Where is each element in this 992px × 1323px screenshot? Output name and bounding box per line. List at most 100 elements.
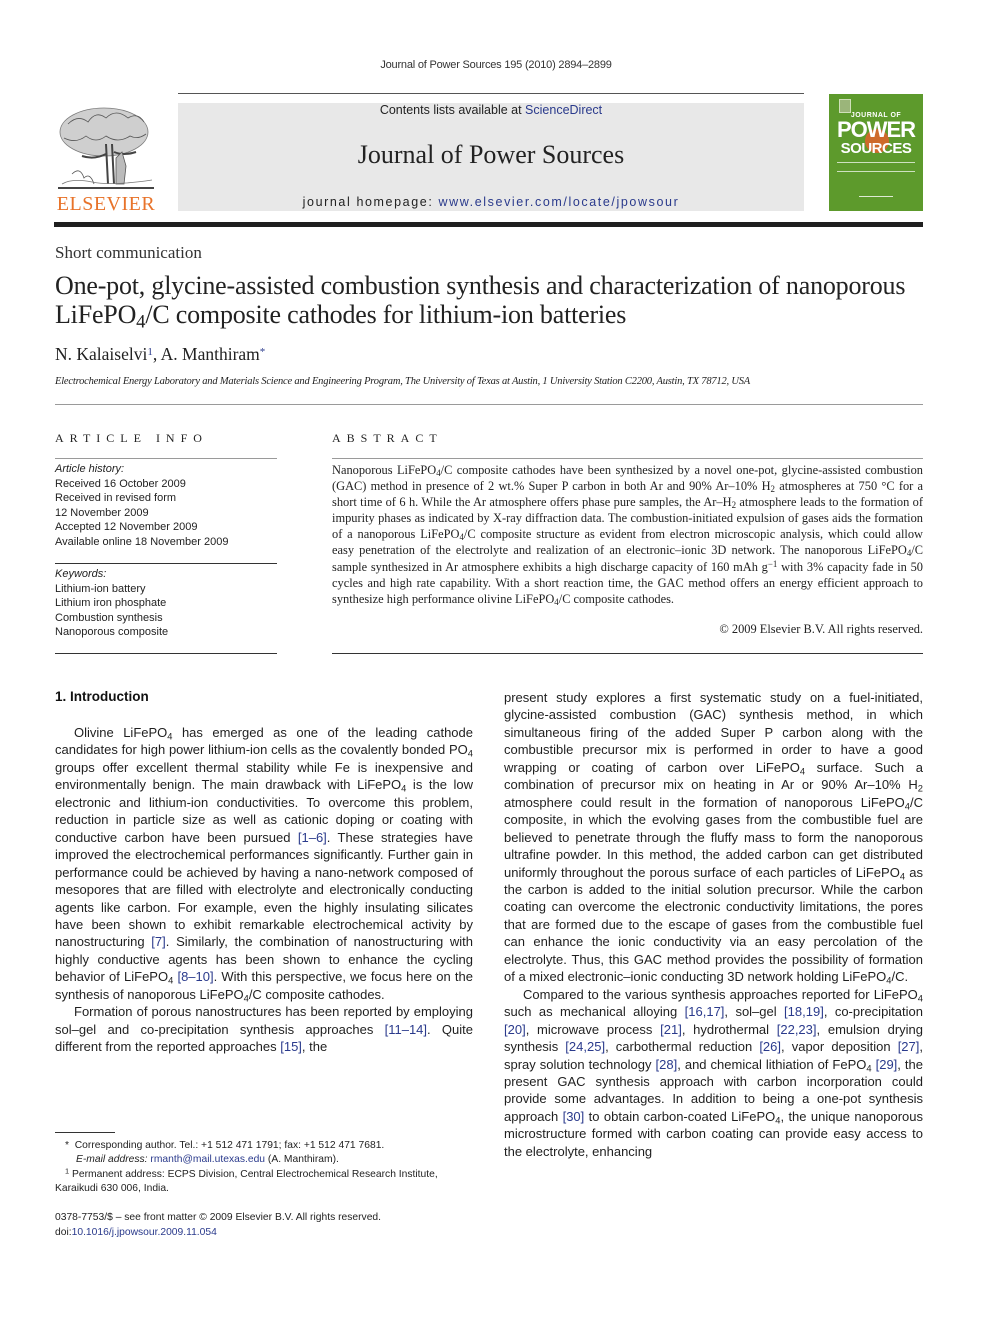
keyword: Nanoporous composite <box>55 626 169 638</box>
article-info-heading: ARTICLE INFO <box>55 431 208 445</box>
subscript: 4 <box>467 748 473 759</box>
subscript: 4 <box>866 1062 872 1073</box>
text: , carbothermal reduction <box>605 1039 760 1055</box>
keywords-rule <box>55 563 277 564</box>
citation-link[interactable]: [24,25] <box>565 1039 605 1054</box>
sciencedirect-link[interactable]: ScienceDirect <box>525 103 602 117</box>
cover-publisher-icon <box>839 99 851 113</box>
author-footnote-mark[interactable]: * <box>260 346 266 358</box>
citation-link[interactable]: [26] <box>759 1039 781 1054</box>
cover-signature-icon <box>859 192 893 197</box>
subscript: 2 <box>917 783 923 794</box>
issn-line: 0378-7753/$ – see front matter © 2009 El… <box>55 1212 382 1223</box>
text: atmosphere could result in the formation… <box>504 794 905 810</box>
text: Olivine LiFePO <box>74 725 168 740</box>
title-subscript: 4 <box>136 311 146 333</box>
affiliation: Electrochemical Energy Laboratory and Ma… <box>55 376 751 387</box>
title-part-2: /C composite cathodes for lithium-ion ba… <box>145 300 627 329</box>
article-info-rule <box>55 458 277 459</box>
masthead-divider <box>54 222 923 227</box>
text: . These strategies have improved the ele… <box>55 829 473 950</box>
history-item: 12 November 2009 <box>55 506 149 519</box>
keyword: Lithium-ion battery <box>55 582 146 595</box>
abstract-heading: ABSTRACT <box>332 431 443 445</box>
history-item: Available online 18 November 2009 <box>55 535 229 548</box>
citation-link[interactable]: [22,23] <box>777 1022 817 1037</box>
text: , microwave process <box>525 1021 661 1037</box>
author-name[interactable]: N. Kalaiselvi <box>55 344 147 364</box>
journal-homepage: journal homepage: www.elsevier.com/locat… <box>178 195 804 209</box>
history-item: Accepted 12 November 2009 <box>55 521 198 533</box>
footnote-mark: 1 <box>65 1166 70 1176</box>
doi-prefix: doi: <box>55 1226 72 1238</box>
citation-link[interactable]: [27] <box>898 1039 920 1054</box>
intro-paragraph-3: Compared to the various synthesis approa… <box>504 986 923 1161</box>
keywords: Keywords: Lithium-ion battery Lithium ir… <box>55 567 277 640</box>
email-link[interactable]: rmanth@mail.utexas.edu <box>150 1154 265 1165</box>
history-item: Received in revised form <box>55 492 177 504</box>
footnote-mark: * <box>65 1140 70 1151</box>
footnote-rule <box>55 1132 115 1133</box>
footnote-text: Corresponding author. Tel.: +1 512 471 1… <box>74 1140 385 1151</box>
header-rule <box>178 93 804 94</box>
citation-link[interactable]: [11–14] <box>385 1022 427 1037</box>
elsevier-wordmark: ELSEVIER <box>56 193 156 215</box>
citation-link[interactable]: [30] <box>563 1109 585 1124</box>
author-footnote-mark[interactable]: 1 <box>147 346 153 358</box>
history-label: Article history: <box>55 463 125 475</box>
text: such as mechanical alloying <box>504 1004 685 1020</box>
citation-link[interactable]: [8–10] <box>177 969 213 984</box>
email-suffix: (A. Manthiram). <box>267 1154 339 1166</box>
issn-block: 0378-7753/$ – see front matter © 2009 El… <box>55 1211 475 1241</box>
cover-line-3: SOURCES <box>840 140 912 157</box>
journal-cover-thumbnail[interactable]: JOURNAL OF POWER SOURCES <box>829 94 923 211</box>
text: to obtain carbon-coated LiFePO <box>584 1108 776 1124</box>
doi-link[interactable]: 10.1016/j.jpowsour.2009.11.054 <box>72 1227 217 1238</box>
text: , co-precipitation <box>823 1004 923 1020</box>
abstract-text: Nanoporous LiFePO4/C composite cathodes … <box>332 462 923 607</box>
keyword: Combustion synthesis <box>55 611 163 624</box>
footnote-permanent-address: 1 Permanent address: ECPS Division, Cent… <box>55 1166 475 1197</box>
homepage-prefix: journal homepage: <box>302 195 439 209</box>
tree-icon <box>58 107 154 189</box>
citation-link[interactable]: [21] <box>660 1022 682 1037</box>
footnotes: * Corresponding author. Tel.: +1 512 471… <box>55 1139 475 1197</box>
citation-link[interactable]: [16,17] <box>685 1004 725 1019</box>
abstract-copyright: © 2009 Elsevier B.V. All rights reserved… <box>719 622 923 636</box>
contents-prefix: Contents lists available at <box>379 103 526 117</box>
citation-link[interactable]: [29] <box>876 1057 898 1072</box>
citation-link[interactable]: [7] <box>151 934 165 949</box>
email-label: E-mail address: <box>76 1154 148 1166</box>
citation-link[interactable]: [20] <box>504 1022 526 1037</box>
intro-paragraph-2-continued: present study explores a first systemati… <box>504 689 923 986</box>
right-column: present study explores a first systemati… <box>504 689 923 1160</box>
article-history: Article history: Received 16 October 200… <box>55 462 277 549</box>
footnote-corresponding: * Corresponding author. Tel.: +1 512 471… <box>55 1139 475 1153</box>
text: , and chemical lithiation of FePO <box>677 1056 867 1072</box>
citation-link[interactable]: [18,19] <box>784 1004 824 1019</box>
citation-link[interactable]: [15] <box>280 1039 302 1054</box>
keywords-label: Keywords: <box>55 568 107 580</box>
text: Nanoporous LiFePO <box>332 463 437 477</box>
article-type: Short communication <box>55 243 202 262</box>
author-name[interactable]: A. Manthiram <box>161 344 260 364</box>
keyword: Lithium iron phosphate <box>55 597 167 609</box>
cover-subtitle <box>837 162 915 172</box>
info-bottom-rule <box>55 653 277 654</box>
citation-link[interactable]: [1–6] <box>298 830 327 845</box>
text: /C composite cathodes. <box>248 986 385 1002</box>
text: /C composite cathodes. <box>558 591 675 606</box>
author-list: N. Kalaiselvi1, A. Manthiram* <box>55 344 266 364</box>
journal-title: Journal of Power Sources <box>357 140 625 169</box>
article-title: One-pot, glycine-assisted combustion syn… <box>55 271 915 332</box>
citation-link[interactable]: [28] <box>656 1057 678 1072</box>
text: Compared to the various synthesis approa… <box>523 986 918 1002</box>
homepage-link[interactable]: www.elsevier.com/locate/jpowsour <box>438 195 679 209</box>
text: , vapor deposition <box>781 1039 898 1055</box>
superscript: −1 <box>767 558 778 569</box>
affiliation-rule <box>55 404 923 405</box>
section-heading-introduction: 1. Introduction <box>55 689 149 704</box>
intro-paragraph-2: Formation of porous nanostructures has b… <box>55 1003 473 1055</box>
contents-line: Contents lists available at ScienceDirec… <box>178 103 804 117</box>
subscript: 4 <box>917 993 923 1004</box>
